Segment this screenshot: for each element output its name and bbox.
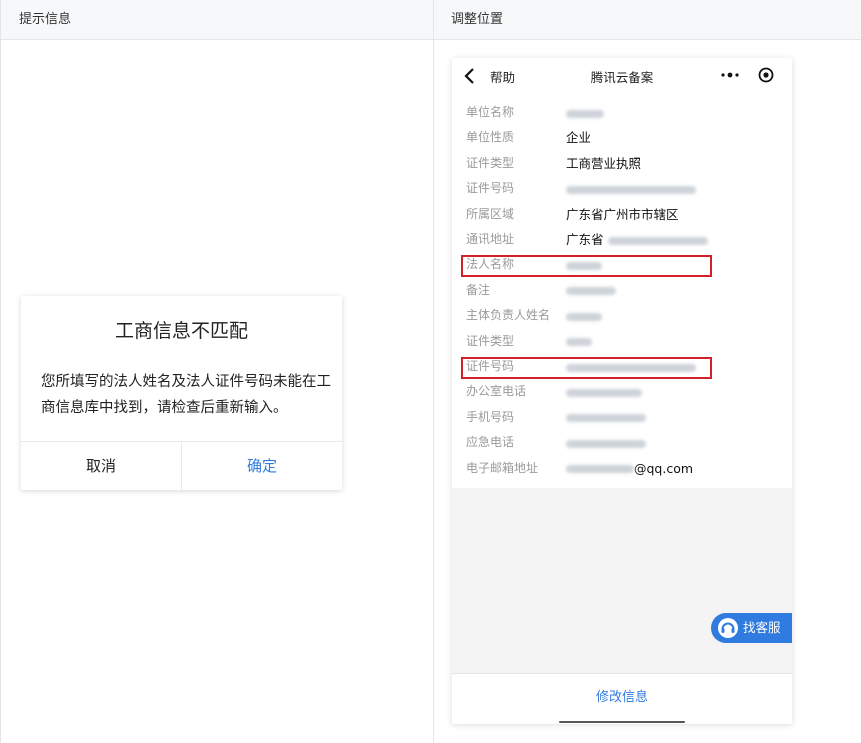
field-label: 备注 xyxy=(466,282,491,297)
phone-screen: 帮助 腾讯云备案 单位名称 单位性质 企业 证件类型 工商营业执照 证件号码 所… xyxy=(452,58,792,724)
field-label: 单位性质 xyxy=(466,130,515,145)
field-value: 企业 xyxy=(566,130,592,146)
field-label: 手机号码 xyxy=(466,409,515,424)
column-divider xyxy=(433,0,434,743)
field-value xyxy=(566,278,616,303)
list-item: 证件号码 xyxy=(452,176,792,201)
field-label: 应急电话 xyxy=(466,435,515,450)
field-label: 单位名称 xyxy=(466,105,515,119)
header-hint-info: 提示信息 xyxy=(19,12,72,27)
more-icon[interactable] xyxy=(719,68,741,82)
field-value xyxy=(566,303,602,328)
list-item: 电子邮箱地址 @qq.com xyxy=(452,456,792,481)
field-label: 电子邮箱地址 xyxy=(466,460,539,475)
list-item: 单位名称 xyxy=(452,100,792,125)
dialog-message: 您所填写的法人姓名及法人证件号码未能在工商信息库中找到，请检查后重新输入。 xyxy=(41,374,331,416)
field-value xyxy=(566,405,646,430)
field-value: 工商营业执照 xyxy=(566,155,642,171)
customer-service-label: 找客服 xyxy=(743,620,781,635)
nav-bar: 帮助 腾讯云备案 xyxy=(452,58,792,94)
cancel-button[interactable]: 取消 xyxy=(21,442,182,490)
field-value xyxy=(566,176,696,201)
highlight-box-id-number xyxy=(461,357,712,379)
field-label: 通讯地址 xyxy=(466,232,515,246)
customer-service-button[interactable]: 找客服 xyxy=(711,613,792,643)
list-item: 证件类型 工商营业执照 xyxy=(452,151,792,176)
field-label: 办公室电话 xyxy=(466,384,527,399)
chevron-left-icon[interactable] xyxy=(462,66,478,86)
confirm-button[interactable]: 确定 xyxy=(182,442,342,490)
headset-icon xyxy=(718,618,738,638)
field-value: @qq.com xyxy=(566,456,693,481)
home-indicator xyxy=(559,721,685,723)
list-item: 应急电话 xyxy=(452,430,792,455)
list-item: 办公室电话 xyxy=(452,379,792,404)
field-label: 主体负责人姓名 xyxy=(466,308,551,323)
field-value xyxy=(566,430,646,455)
info-list: 单位名称 单位性质 企业 证件类型 工商营业执照 证件号码 所属区域 广东省广州… xyxy=(452,94,792,488)
field-value xyxy=(566,329,592,354)
edit-info-button[interactable]: 修改信息 xyxy=(452,674,792,722)
field-label: 所属区域 xyxy=(466,206,515,221)
header-adjust-position: 调整位置 xyxy=(451,12,504,27)
table-header: 提示信息 调整位置 xyxy=(1,0,861,40)
field-value xyxy=(566,379,642,404)
field-label: 证件类型 xyxy=(466,155,515,170)
highlight-box-legal-name xyxy=(461,255,712,277)
bottom-bar: 修改信息 xyxy=(452,673,792,724)
mismatch-dialog: 工商信息不匹配 您所填写的法人姓名及法人证件号码未能在工商信息库中找到，请检查后… xyxy=(21,296,342,490)
field-label: 证件号码 xyxy=(466,181,515,196)
list-item: 单位性质 企业 xyxy=(452,125,792,150)
list-item: 所属区域 广东省广州市市辖区 xyxy=(452,202,792,227)
field-value: 广东省 xyxy=(566,227,708,252)
field-value: 广东省广州市市辖区 xyxy=(566,206,679,222)
dialog-button-bar: 取消 确定 xyxy=(21,441,342,490)
list-item: 主体负责人姓名 xyxy=(452,303,792,328)
target-icon[interactable] xyxy=(757,66,775,84)
list-item: 手机号码 xyxy=(452,405,792,430)
list-item: 证件类型 xyxy=(452,329,792,354)
comparison-table: 提示信息 调整位置 工商信息不匹配 您所填写的法人姓名及法人证件号码未能在工商信… xyxy=(0,0,861,743)
list-item: 备注 xyxy=(452,278,792,303)
nav-help-link[interactable]: 帮助 xyxy=(490,67,515,86)
list-item: 通讯地址 广东省 xyxy=(452,227,792,252)
field-label: 证件类型 xyxy=(466,333,515,348)
dialog-title: 工商信息不匹配 xyxy=(114,320,248,342)
field-value xyxy=(566,100,604,125)
